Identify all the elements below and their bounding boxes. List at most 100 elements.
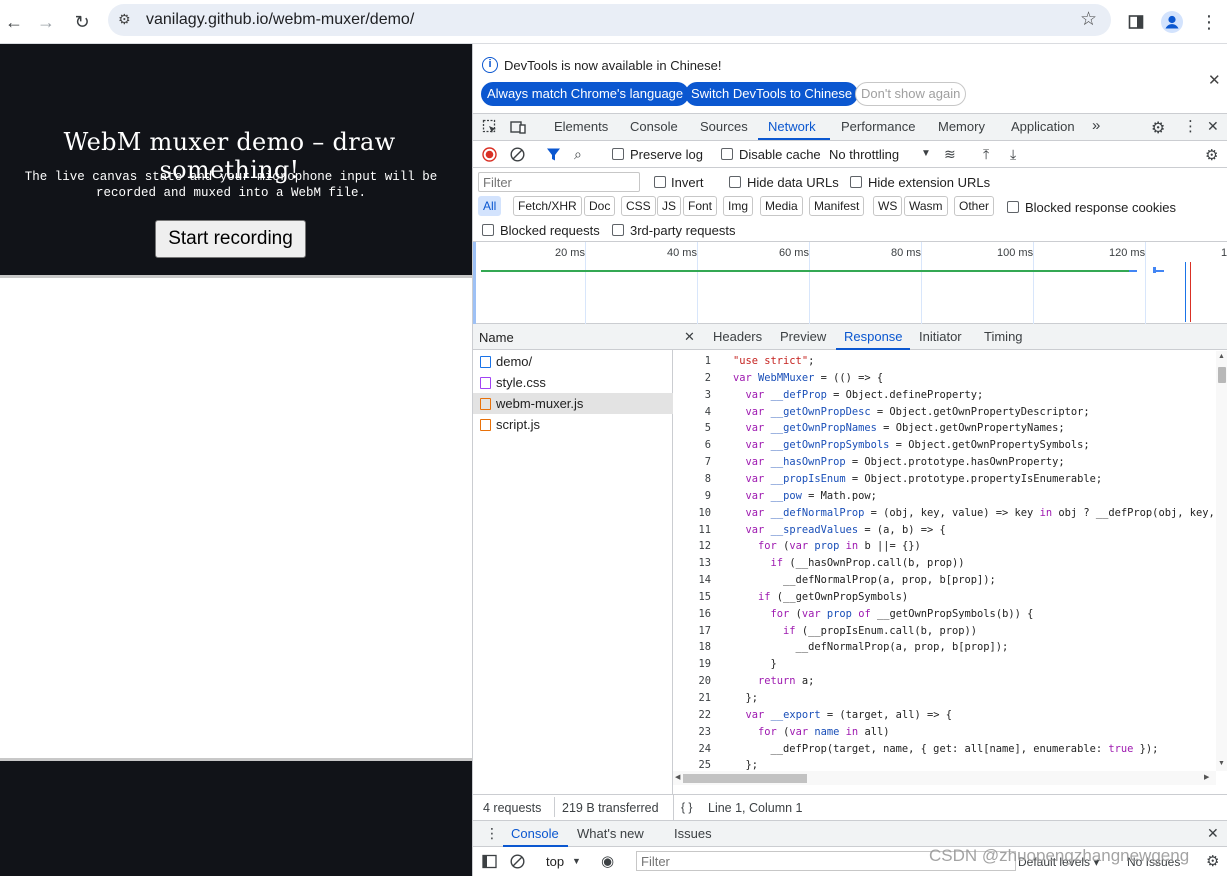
devtools-menu-icon[interactable]: ⋮ <box>1183 117 1198 135</box>
console-sidebar-icon[interactable] <box>482 854 497 869</box>
console-settings-icon[interactable]: ⚙ <box>1206 852 1219 870</box>
horizontal-scroll-thumb[interactable] <box>683 774 807 783</box>
filter-type-doc[interactable]: Doc <box>584 196 616 216</box>
scroll-up-icon[interactable]: ▲ <box>1218 353 1225 360</box>
clear-log-icon[interactable] <box>510 147 525 162</box>
network-filter-input[interactable] <box>478 172 640 192</box>
live-expression-eye-icon[interactable]: ◉ <box>601 852 614 870</box>
line-number[interactable]: 24 <box>673 741 711 758</box>
drawer-menu-icon[interactable]: ⋮ <box>485 825 499 842</box>
line-number[interactable]: 15 <box>673 589 711 606</box>
line-number[interactable]: 1 <box>673 353 711 370</box>
tab-sources[interactable]: Sources <box>700 119 748 134</box>
side-panel-icon[interactable] <box>1122 8 1150 36</box>
name-column-header[interactable]: Name <box>473 324 673 350</box>
switch-language-button[interactable]: Switch DevTools to Chinese <box>685 82 859 106</box>
filter-type-manifest[interactable]: Manifest <box>809 196 865 216</box>
network-overview-timeline[interactable]: 20 ms 40 ms 60 ms 80 ms 100 ms 120 ms 1 <box>473 242 1227 324</box>
clear-console-icon[interactable] <box>510 854 525 869</box>
hide-extension-urls-checkbox[interactable] <box>850 176 862 188</box>
close-detail-icon[interactable]: ✕ <box>684 329 695 345</box>
preserve-log-checkbox[interactable] <box>612 148 624 160</box>
drawer-tab-issues[interactable]: Issues <box>674 826 712 841</box>
drawer-tab-console[interactable]: Console <box>511 826 559 841</box>
line-number[interactable]: 8 <box>673 471 711 488</box>
line-number[interactable]: 2 <box>673 370 711 387</box>
bookmark-star-icon[interactable]: ☆ <box>1080 8 1097 31</box>
line-number[interactable]: 22 <box>673 707 711 724</box>
line-number[interactable]: 13 <box>673 555 711 572</box>
tab-memory[interactable]: Memory <box>938 119 985 134</box>
drawer-tab-whats-new[interactable]: What's new <box>577 826 644 841</box>
disable-cache-checkbox[interactable] <box>721 148 733 160</box>
line-number[interactable]: 11 <box>673 522 711 539</box>
tab-initiator[interactable]: Initiator <box>919 329 962 344</box>
tab-elements[interactable]: Elements <box>554 119 608 134</box>
tab-response[interactable]: Response <box>844 329 903 344</box>
line-number[interactable]: 25 <box>673 757 711 771</box>
close-drawer-icon[interactable]: ✕ <box>1207 825 1219 842</box>
start-recording-button[interactable]: Start recording <box>155 220 306 258</box>
line-number[interactable]: 18 <box>673 639 711 656</box>
filter-type-font[interactable]: Font <box>683 196 718 216</box>
line-number[interactable]: 21 <box>673 690 711 707</box>
filter-type-js[interactable]: JS <box>657 196 682 216</box>
vertical-scroll-thumb[interactable] <box>1218 367 1226 383</box>
network-conditions-icon[interactable]: ≋ <box>944 146 956 163</box>
request-row-style-css[interactable]: style.css <box>473 372 673 393</box>
tab-preview[interactable]: Preview <box>780 329 826 344</box>
tab-application[interactable]: Application <box>1011 119 1075 134</box>
line-number[interactable]: 17 <box>673 623 711 640</box>
chevron-down-icon[interactable]: ▼ <box>921 148 931 159</box>
throttling-select[interactable]: No throttling <box>829 147 899 162</box>
scroll-down-icon[interactable]: ▼ <box>1218 760 1225 767</box>
horizontal-scrollbar[interactable]: ◀ ▶ <box>673 771 1216 785</box>
hide-data-urls-checkbox[interactable] <box>729 176 741 188</box>
line-number[interactable]: 3 <box>673 387 711 404</box>
filter-type-wasm[interactable]: Wasm <box>904 196 948 216</box>
vertical-scrollbar[interactable]: ▲ ▼ <box>1216 351 1227 771</box>
scroll-left-icon[interactable]: ◀ <box>675 773 680 781</box>
blocked-response-cookies-checkbox[interactable] <box>1007 201 1019 213</box>
filter-type-other[interactable]: Other <box>954 196 995 216</box>
line-number[interactable]: 9 <box>673 488 711 505</box>
response-code-viewer[interactable]: 1 "use strict"; 2 var WebMMuxer = (() => {3… <box>673 351 1216 771</box>
filter-type-css[interactable]: CSS <box>621 196 656 216</box>
back-icon[interactable]: ← <box>0 8 28 36</box>
reload-icon[interactable]: ↻ <box>68 8 96 36</box>
line-number[interactable]: 5 <box>673 420 711 437</box>
tab-network[interactable]: Network <box>768 119 816 134</box>
filter-funnel-icon[interactable] <box>546 147 561 162</box>
filter-type-media[interactable]: Media <box>760 196 803 216</box>
line-number[interactable]: 4 <box>673 404 711 421</box>
line-number[interactable]: 20 <box>673 673 711 690</box>
line-number[interactable]: 7 <box>673 454 711 471</box>
profile-avatar-icon[interactable] <box>1158 8 1186 36</box>
context-selector[interactable]: top <box>546 854 564 869</box>
request-row-webm-muxer-js[interactable]: webm-muxer.js <box>473 393 673 414</box>
line-number[interactable]: 16 <box>673 606 711 623</box>
network-settings-icon[interactable]: ⚙ <box>1205 146 1218 164</box>
timeline-left-handle[interactable] <box>473 242 476 324</box>
tab-timing[interactable]: Timing <box>984 329 1023 344</box>
tab-headers[interactable]: Headers <box>713 329 762 344</box>
record-stop-icon[interactable] <box>482 147 497 162</box>
filter-type-img[interactable]: Img <box>723 196 754 216</box>
search-icon[interactable]: ⌕ <box>574 146 582 163</box>
tab-performance[interactable]: Performance <box>841 119 915 134</box>
filter-type-fetch-xhr[interactable]: Fetch/XHR <box>513 196 582 216</box>
inspect-element-icon[interactable] <box>482 119 498 135</box>
line-number[interactable]: 14 <box>673 572 711 589</box>
request-row-script-js[interactable]: script.js <box>473 414 673 435</box>
line-number[interactable]: 10 <box>673 505 711 522</box>
dont-show-again-button[interactable]: Don't show again <box>855 82 967 106</box>
import-har-icon[interactable]: ⤒ <box>983 146 989 163</box>
filter-type-ws[interactable]: WS <box>873 196 903 216</box>
request-row-demo[interactable]: demo/ <box>473 351 673 372</box>
pretty-print-icon[interactable]: { } <box>681 800 692 814</box>
settings-gear-icon[interactable]: ⚙ <box>1151 118 1165 138</box>
tab-console[interactable]: Console <box>630 119 678 134</box>
invert-checkbox[interactable] <box>654 176 666 188</box>
export-har-icon[interactable]: ⤓ <box>1010 146 1016 163</box>
address-bar[interactable]: ⚙ vanilagy.github.io/webm-muxer/demo/ ☆ <box>108 4 1111 36</box>
